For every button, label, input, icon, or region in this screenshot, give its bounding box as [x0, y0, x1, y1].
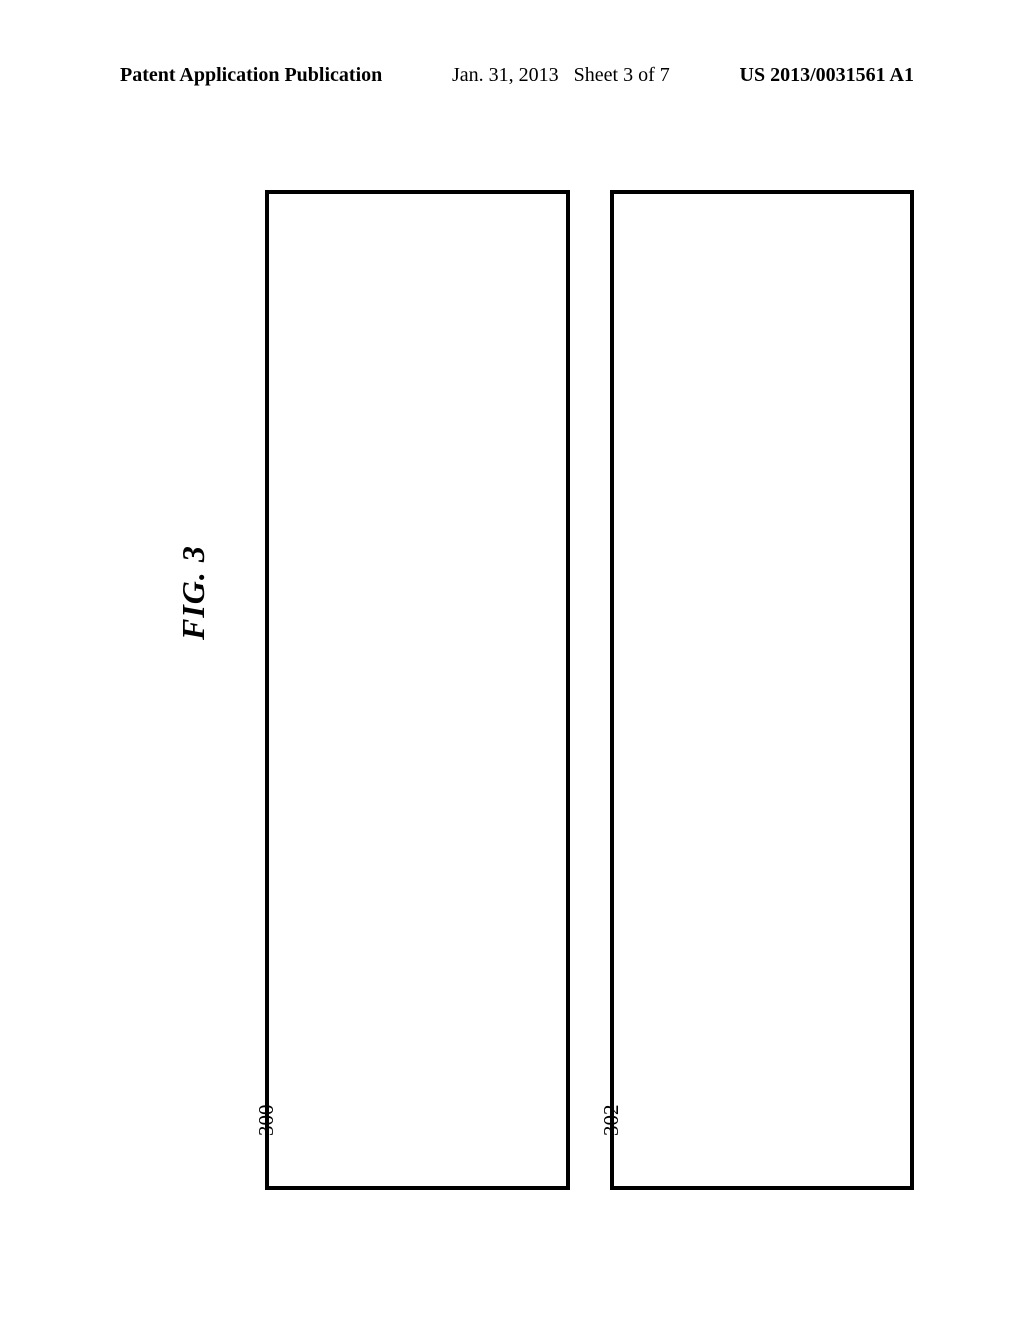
date-sheet-info: Jan. 31, 2013 Sheet 3 of 7 — [452, 64, 670, 87]
figure-box-300: 300 — [265, 190, 570, 1190]
page-header: Patent Application Publication Jan. 31, … — [120, 64, 914, 87]
figure-boxes-container: 300 302 — [265, 190, 914, 1190]
publication-type: Patent Application Publication — [120, 64, 382, 87]
box-reference-number: 302 — [599, 1105, 624, 1137]
figure-area: FIG. 3 300 302 — [120, 180, 914, 1200]
figure-label: FIG. 3 — [175, 545, 212, 640]
figure-box-302: 302 — [610, 190, 915, 1190]
publication-number: US 2013/0031561 A1 — [740, 64, 914, 87]
box-reference-number: 300 — [254, 1105, 279, 1137]
